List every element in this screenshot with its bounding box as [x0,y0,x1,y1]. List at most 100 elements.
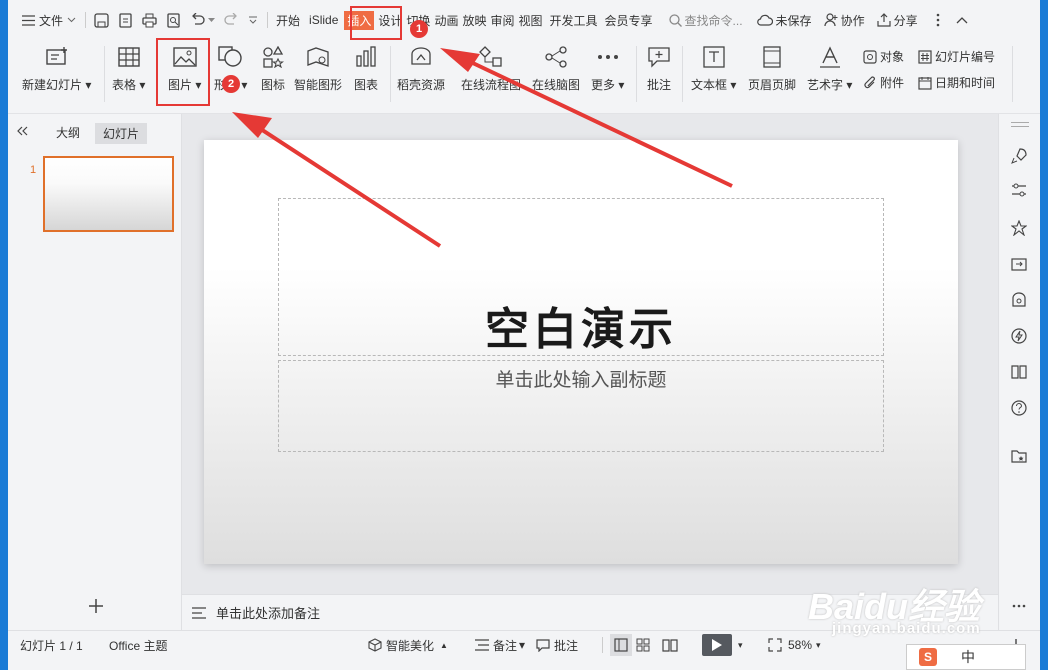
tab-outline[interactable]: 大纲 [56,124,80,141]
grid-view-icon[interactable] [636,631,650,659]
ime-language[interactable]: 中 [961,647,975,667]
flowchart-label: 在线流程图 [461,78,522,92]
beautify-label: 智能美化 [386,638,435,653]
ribbon-divider [104,46,105,102]
slide-number-button[interactable]: 幻灯片编号 [918,48,995,65]
more-vertical-icon[interactable] [1009,596,1029,616]
icon-button[interactable]: 图标 [260,44,286,93]
docer-button[interactable]: 稻壳资源 [397,44,445,93]
mindmap-label: 在线脑图 [532,78,581,92]
theme-name[interactable]: Office 主题 [109,631,167,659]
comment-toggle-label: 批注 [554,638,579,653]
export-pdf-icon[interactable] [118,12,133,28]
collab-button[interactable]: 协作 [823,12,865,29]
slide-number: 1 [30,164,37,176]
print-preview-icon[interactable] [166,12,181,28]
tab-slideshow[interactable]: 放映 [462,12,486,29]
textbox-text: 文本框 [691,78,728,92]
unsaved-status[interactable]: 未保存 [756,12,812,29]
slide[interactable]: 空白演示 单击此处输入副标题 [204,140,958,564]
play-dropdown-icon[interactable]: ▾ [738,640,743,651]
search-placeholder: 查找命令... [684,13,743,28]
tab-animation[interactable]: 动画 [434,12,458,29]
collab-label: 协作 [840,13,865,28]
collapse-panel-icon[interactable] [16,126,28,136]
design-icon[interactable] [1009,290,1029,310]
notes-toggle[interactable]: 备注 ▾ [475,631,525,659]
notes-area[interactable]: 单击此处添加备注 [182,594,998,630]
save-icon[interactable] [94,12,109,28]
lightning-icon[interactable] [1009,326,1029,346]
wordart-label: 艺术字 ▾ [807,78,853,92]
customize-toolbar-icon[interactable] [248,16,258,24]
sliders-icon[interactable] [1009,180,1029,200]
attachment-button[interactable]: 附件 [863,74,904,91]
slide-thumbnail[interactable] [43,156,174,232]
fit-icon [768,638,782,652]
animation-star-icon[interactable] [1009,218,1029,238]
header-footer-button[interactable]: 页眉页脚 [748,44,796,93]
tab-review[interactable]: 审阅 [490,12,514,29]
normal-view-icon[interactable] [610,631,632,659]
title-placeholder[interactable]: 空白演示 [278,198,884,356]
command-search[interactable]: 查找命令... [668,12,743,29]
play-button[interactable]: ▾ [702,631,743,659]
flowchart-icon [478,44,504,70]
tab-insert[interactable]: 插入 [344,10,375,30]
zoom-control[interactable]: 58% ▾ [768,631,821,659]
table-button[interactable]: 表格 ▾ [112,44,145,93]
tab-member[interactable]: 会员专享 [605,12,653,29]
tab-islide[interactable]: iSlide [309,13,338,27]
flowchart-button[interactable]: 在线流程图 [461,44,521,93]
cloud-icon [756,14,773,26]
rocket-icon[interactable] [1009,146,1029,166]
redo-icon[interactable] [224,13,239,27]
picture-button[interactable]: 图片 ▾ [168,44,201,93]
more-menu-icon[interactable] [936,13,940,27]
book-icon[interactable] [1009,362,1029,382]
new-slide-text: 新建幻灯片 [22,78,83,92]
status-bar: 幻灯片 1 / 1 Office 主题 智能美化 ▲ 备注 ▾ 批注 ▾ 58%… [8,630,1040,670]
mindmap-button[interactable]: 在线脑图 [532,44,580,93]
new-slide-icon [44,44,70,70]
tab-design[interactable]: 设计 [378,12,402,29]
tab-slides[interactable]: 幻灯片 [95,123,148,144]
subtitle-placeholder[interactable]: 单击此处输入副标题 [278,360,884,452]
ribbon-divider [682,46,683,102]
more-button[interactable]: 更多 ▾ [591,44,624,93]
tab-home[interactable]: 开始 [276,12,300,29]
moon-icon[interactable] [999,650,1013,664]
picture-label: 图片 ▾ [168,78,202,92]
undo-dropdown-icon[interactable] [208,17,216,23]
collapse-ribbon-icon[interactable] [956,16,968,24]
file-menu[interactable]: 文件 [22,12,76,29]
ime-toolbar[interactable]: S 中 [906,644,1026,670]
tab-view[interactable]: 视图 [518,12,542,29]
print-icon[interactable] [142,13,157,28]
transition-icon[interactable] [1009,255,1029,275]
more-icon [595,44,621,70]
ribbon-divider [390,46,391,102]
smart-art-label: 智能图形 [294,78,343,92]
object-button[interactable]: 对象 [863,48,904,65]
comment-toggle[interactable]: 批注 [536,631,578,659]
tab-developer[interactable]: 开发工具 [550,12,598,29]
datetime-button[interactable]: 日期和时间 [918,74,995,91]
beautify-button[interactable]: 智能美化 ▲ [368,631,448,659]
ribbon-divider [636,46,637,102]
sogou-logo-icon: S [919,648,937,666]
textbox-button[interactable]: 文本框 ▾ [691,44,736,93]
smart-art-button[interactable]: 智能图形 [294,44,342,93]
header-footer-icon [759,44,785,70]
share-button[interactable]: 分享 [876,12,918,29]
chart-button[interactable]: 图表 [353,44,379,93]
undo-icon[interactable] [190,13,205,27]
help-icon[interactable] [1009,398,1029,418]
favorite-folder-icon[interactable] [1009,446,1029,466]
wordart-button[interactable]: 艺术字 ▾ [807,44,852,93]
reading-view-icon[interactable] [662,631,678,659]
comment-button[interactable]: 批注 [646,44,672,93]
add-slide-icon[interactable] [88,598,104,614]
new-slide-button[interactable]: 新建幻灯片 ▾ [22,44,91,93]
file-label: 文件 [39,13,64,28]
